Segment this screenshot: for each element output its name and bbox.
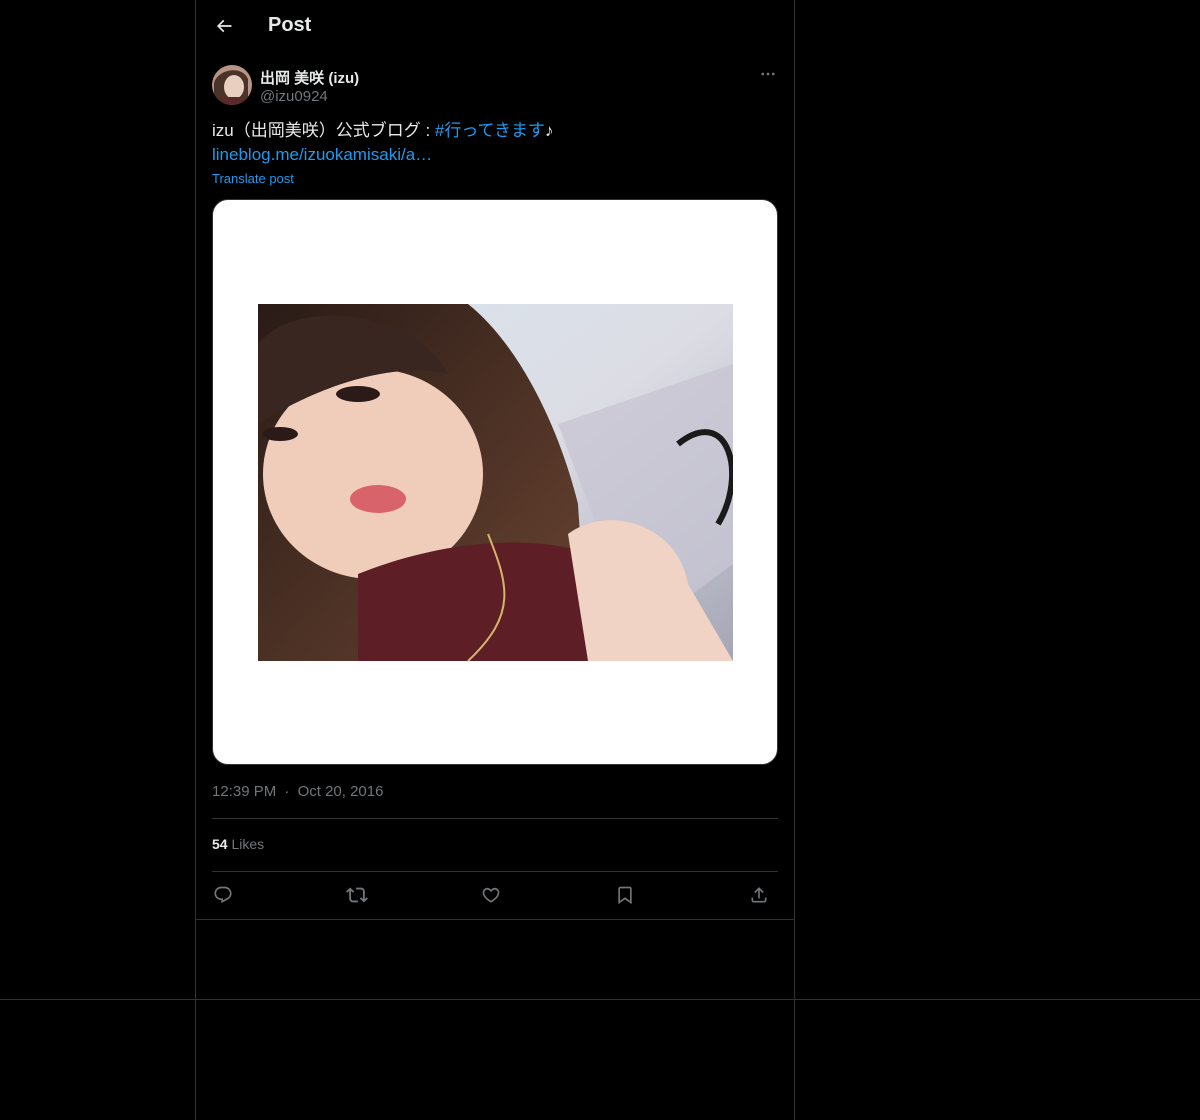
more-options-button[interactable]	[758, 64, 778, 84]
action-bar	[212, 878, 778, 912]
bookmark-button[interactable]	[608, 878, 642, 912]
page-title: Post	[268, 14, 312, 36]
user-handle[interactable]: @izu0924	[260, 88, 328, 105]
reply-button[interactable]	[206, 878, 240, 912]
bookmark-icon	[618, 886, 632, 905]
like-icon	[482, 887, 500, 903]
external-link[interactable]: lineblog.me/izuokamisaki/a…	[212, 145, 432, 164]
reply-icon	[214, 886, 232, 904]
post-media[interactable]	[212, 199, 778, 765]
post-date: Oct 20, 2016	[297, 783, 384, 800]
likes-number: 54	[212, 836, 228, 852]
divider-bottom	[212, 871, 778, 872]
repost-button[interactable]	[340, 878, 374, 912]
hashtag-link[interactable]: #行ってきます	[435, 121, 545, 140]
author-row: 出岡 美咲 (izu) @izu0924	[212, 64, 778, 108]
arrow-left-icon	[216, 19, 232, 33]
share-button[interactable]	[742, 878, 776, 912]
post-bottom-border	[196, 919, 794, 920]
photo-image	[258, 304, 733, 661]
translate-post-link[interactable]: Translate post	[212, 171, 294, 186]
header: Post	[196, 0, 794, 53]
horizontal-divider	[0, 999, 1200, 1000]
more-horizontal-icon	[761, 72, 775, 76]
divider-top	[212, 818, 778, 819]
post-text-prefix: izu（出岡美咲）公式ブログ :	[212, 121, 435, 140]
display-name[interactable]: 出岡 美咲 (izu)	[260, 67, 359, 88]
post-photo	[258, 304, 733, 661]
column-border-left	[195, 0, 196, 1120]
post-column: Post 出岡 美咲 (izu) @izu0924 izu（出岡美咲）公式ブログ…	[196, 0, 794, 920]
post-time: 12:39 PM	[212, 783, 277, 800]
post-text-suffix: ♪	[545, 121, 554, 140]
likes-label: Likes	[231, 836, 265, 852]
post-timestamp[interactable]: 12:39 PM · Oct 20, 2016	[212, 783, 383, 800]
repost-icon	[346, 887, 368, 903]
column-border-right	[794, 0, 795, 1120]
like-button[interactable]	[474, 878, 508, 912]
share-icon	[751, 887, 767, 903]
timestamp-separator: ·	[284, 783, 290, 800]
page: Post 出岡 美咲 (izu) @izu0924 izu（出岡美咲）公式ブログ…	[0, 0, 1200, 1120]
post-text: izu（出岡美咲）公式ブログ : #行ってきます♪ lineblog.me/iz…	[212, 119, 778, 167]
avatar-image	[212, 65, 252, 105]
likes-count[interactable]: 54 Likes	[212, 836, 264, 852]
back-button[interactable]	[208, 10, 240, 42]
avatar[interactable]	[212, 65, 252, 105]
